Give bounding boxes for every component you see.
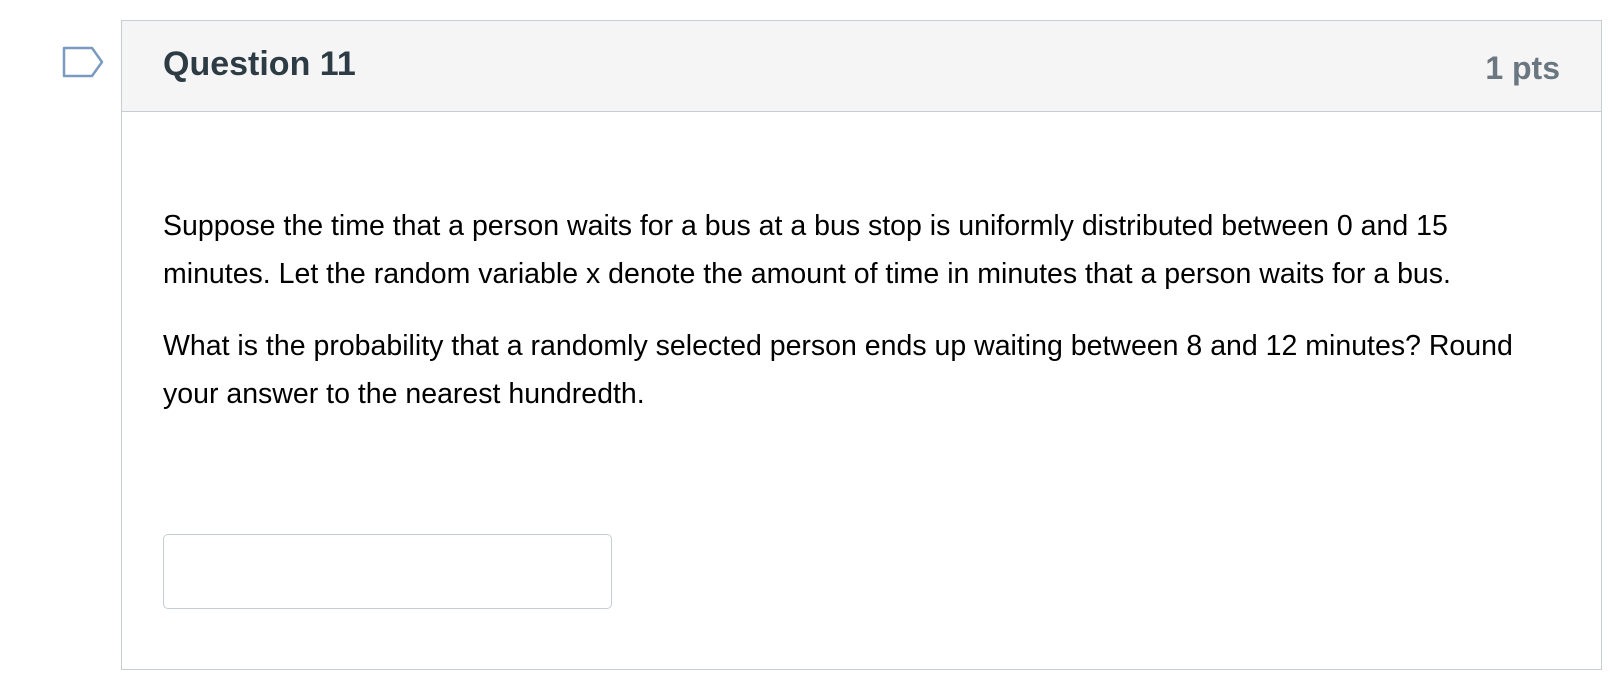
question-title: Question 11: [163, 45, 356, 83]
question-card: Question 11 1 pts Suppose the time that …: [121, 20, 1602, 670]
question-text-paragraph-1: Suppose the time that a person waits for…: [163, 210, 1451, 290]
question-body: Suppose the time that a person waits for…: [163, 202, 1563, 442]
answer-input[interactable]: [163, 534, 612, 609]
bookmark-flag-icon: [62, 46, 104, 78]
question-text-paragraph-2: What is the probability that a randomly …: [163, 330, 1513, 410]
flag-question-icon[interactable]: [62, 46, 106, 82]
question-header: Question 11 1 pts: [122, 21, 1601, 112]
question-points: 1 pts: [1485, 50, 1560, 86]
